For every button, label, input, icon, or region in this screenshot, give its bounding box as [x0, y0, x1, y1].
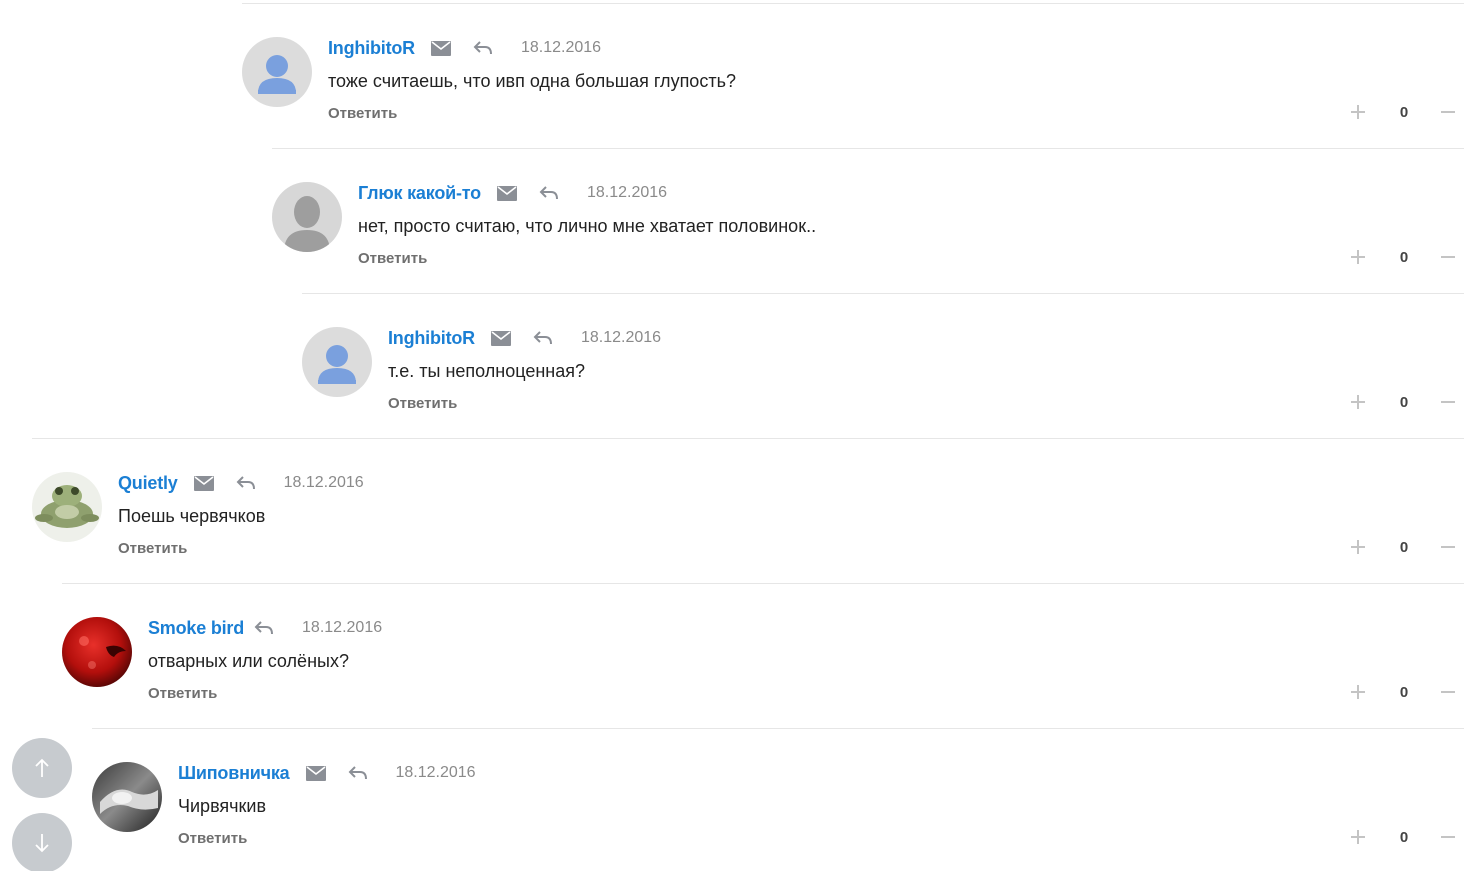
plus-icon[interactable] — [1350, 104, 1366, 120]
comment-header: InghibitoR 18.12.2016 — [328, 36, 601, 60]
avatar[interactable] — [302, 327, 372, 397]
avatar[interactable] — [32, 472, 102, 542]
reply-button[interactable]: Ответить — [148, 685, 217, 702]
vote-score: 0 — [1399, 249, 1409, 266]
comment-header: Шиповничка 18.12.2016 — [178, 761, 476, 785]
separator — [272, 148, 1464, 149]
plus-icon[interactable] — [1350, 539, 1366, 555]
comment-text: Поешь червячков — [118, 506, 266, 526]
minus-icon[interactable] — [1440, 539, 1456, 555]
comment-header: Smoke bird 18.12.2016 — [148, 616, 382, 640]
separator — [242, 3, 1464, 4]
mail-icon[interactable] — [193, 475, 214, 491]
comment-item: Глюк какой-то 18.12.2016 нет, просто счи… — [272, 148, 1464, 293]
vote-score: 0 — [1399, 104, 1409, 121]
separator — [302, 293, 1464, 294]
mail-icon[interactable] — [430, 40, 451, 56]
separator — [32, 438, 1464, 439]
minus-icon[interactable] — [1440, 684, 1456, 700]
avatar[interactable] — [242, 37, 312, 107]
minus-icon[interactable] — [1440, 394, 1456, 410]
comment-text: нет, просто считаю, что лично мне хватае… — [358, 216, 817, 236]
avatar[interactable] — [92, 762, 162, 832]
comment-item: InghibitoR 18.12.2016 тоже считаешь, что… — [242, 3, 1464, 148]
comment-header: Quietly 18.12.2016 — [118, 471, 364, 495]
author-name[interactable]: Quietly — [118, 473, 178, 494]
mail-icon[interactable] — [490, 330, 511, 346]
comment-text: тоже считаешь, что ивп одна большая глуп… — [328, 71, 736, 91]
reply-button[interactable]: Ответить — [118, 540, 187, 557]
vote-score: 0 — [1399, 539, 1409, 556]
minus-icon[interactable] — [1440, 249, 1456, 265]
reply-arrow-icon[interactable] — [348, 766, 368, 780]
reply-arrow-icon[interactable] — [539, 186, 559, 200]
comments-page: InghibitoR 18.12.2016 тоже считаешь, что… — [0, 0, 1470, 871]
author-name[interactable]: InghibitoR — [328, 38, 415, 59]
author-name[interactable]: InghibitoR — [388, 328, 475, 349]
reply-button[interactable]: Ответить — [388, 395, 457, 412]
avatar[interactable] — [62, 617, 132, 687]
comment-text: т.е. ты неполноценная? — [388, 361, 585, 381]
comment-date: 18.12.2016 — [520, 39, 602, 56]
scroll-down-button[interactable] — [12, 813, 72, 871]
comment-item: Шиповничка 18.12.2016 Чирвячкив Ответить… — [92, 728, 1464, 871]
comment-item: Quietly 18.12.2016 Поешь червячков Ответ… — [32, 438, 1464, 583]
vote-score: 0 — [1399, 394, 1409, 411]
vote-score: 0 — [1399, 829, 1409, 846]
minus-icon[interactable] — [1440, 104, 1456, 120]
reply-arrow-icon[interactable] — [236, 476, 256, 490]
comment-date: 18.12.2016 — [302, 619, 383, 636]
comment-header: InghibitoR 18.12.2016 — [388, 326, 661, 350]
plus-icon[interactable] — [1350, 829, 1366, 845]
reply-button[interactable]: Ответить — [358, 250, 427, 267]
author-name[interactable]: Глюк какой-то — [358, 183, 481, 204]
arrow-down-icon — [35, 834, 49, 853]
mail-icon[interactable] — [496, 185, 517, 201]
comment-item: Smoke bird 18.12.2016 отварных или солён… — [62, 583, 1464, 728]
comment-text: отварных или солёных? — [148, 651, 349, 671]
comment-date: 18.12.2016 — [580, 329, 662, 346]
comment-date: 18.12.2016 — [395, 764, 476, 781]
avatar[interactable] — [272, 182, 342, 252]
comment-header: Глюк какой-то 18.12.2016 — [358, 181, 667, 205]
reply-button[interactable]: Ответить — [178, 830, 247, 847]
reply-arrow-icon[interactable] — [254, 621, 274, 635]
separator — [62, 583, 1464, 584]
author-name[interactable]: Шиповничка — [178, 763, 290, 784]
plus-icon[interactable] — [1350, 249, 1366, 265]
comment-date: 18.12.2016 — [283, 474, 364, 491]
comment-date: 18.12.2016 — [586, 184, 668, 201]
plus-icon[interactable] — [1350, 394, 1366, 410]
separator — [92, 728, 1464, 729]
scroll-up-button[interactable] — [12, 738, 72, 798]
comment-text: Чирвячкив — [178, 796, 267, 816]
reply-arrow-icon[interactable] — [533, 331, 553, 345]
minus-icon[interactable] — [1440, 829, 1456, 845]
arrow-up-icon — [35, 758, 49, 777]
mail-icon[interactable] — [305, 765, 326, 781]
comment-item: InghibitoR 18.12.2016 т.е. ты неполноцен… — [302, 293, 1464, 438]
vote-score: 0 — [1399, 684, 1409, 701]
plus-icon[interactable] — [1350, 684, 1366, 700]
reply-button[interactable]: Ответить — [328, 105, 397, 122]
reply-arrow-icon[interactable] — [473, 41, 493, 55]
author-name[interactable]: Smoke bird — [148, 618, 244, 639]
